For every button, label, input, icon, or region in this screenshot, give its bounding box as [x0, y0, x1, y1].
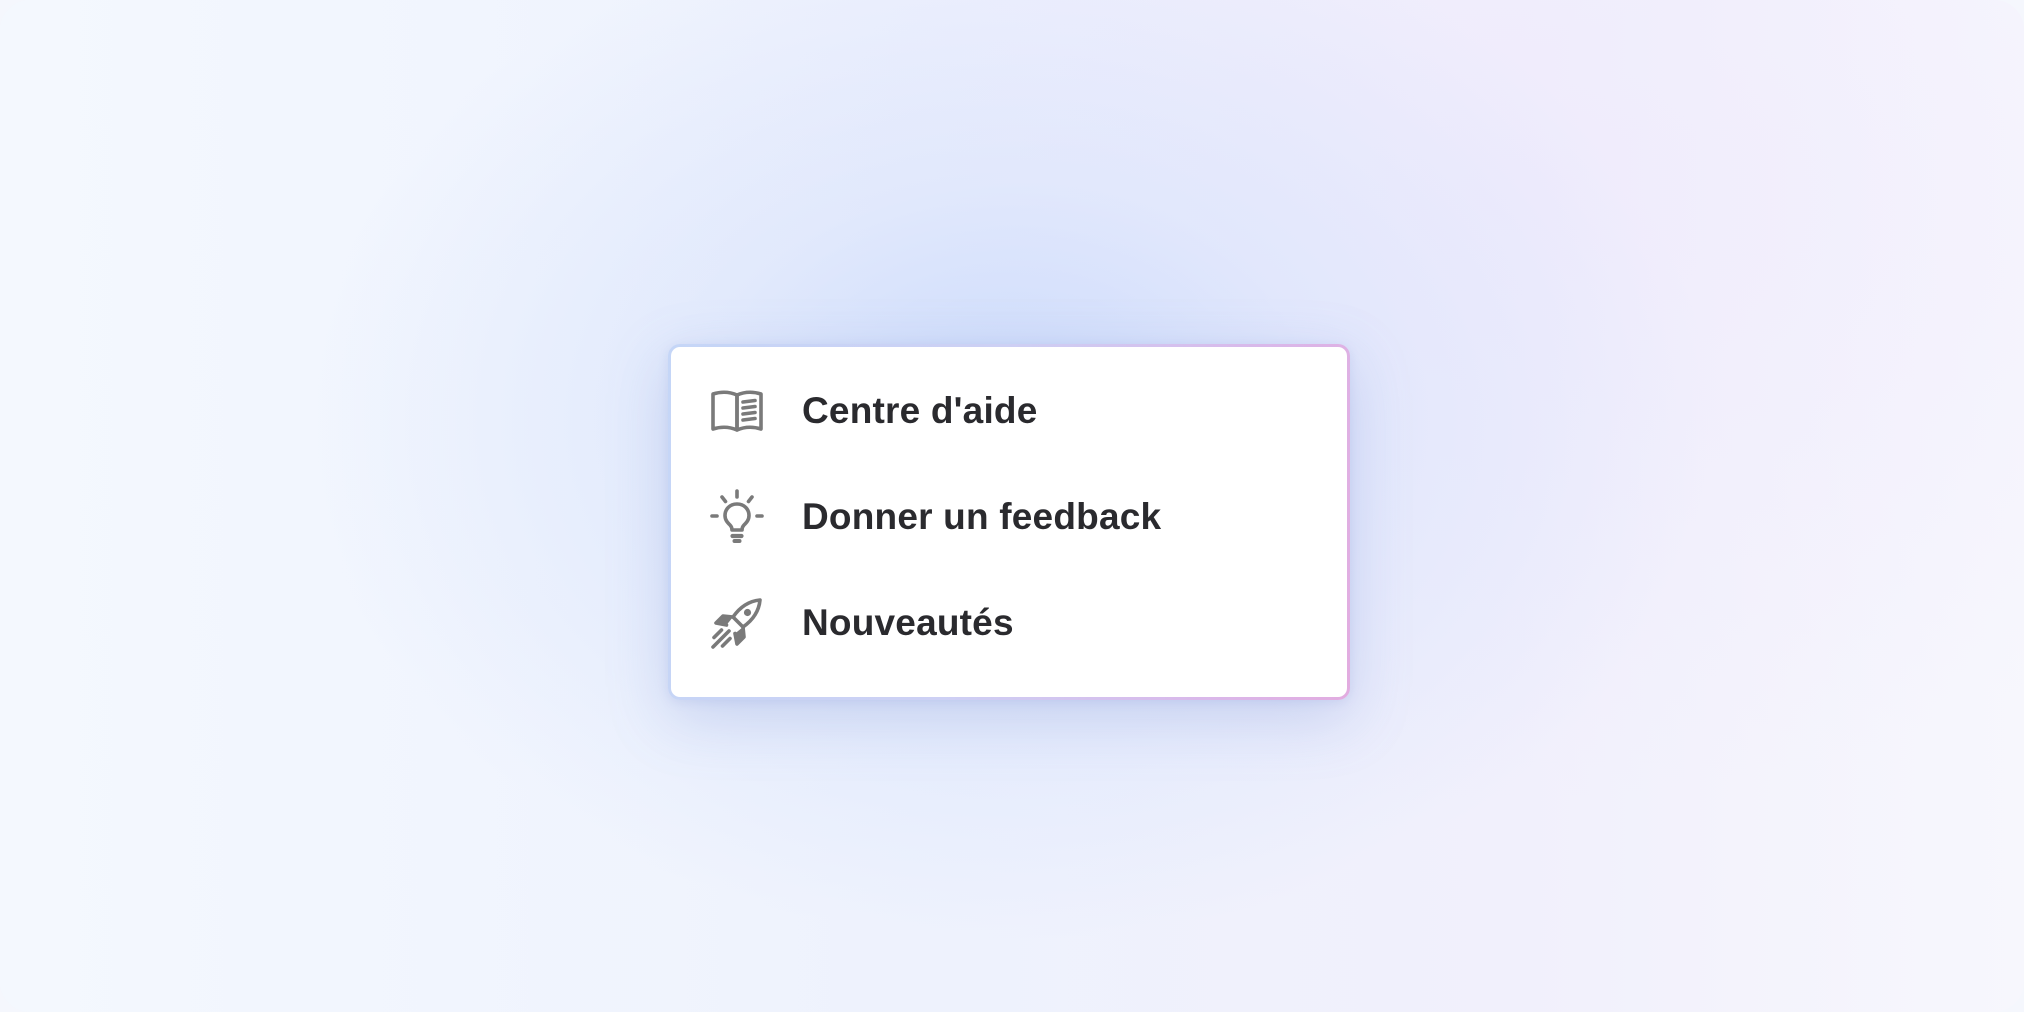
menu-item-label: Centre d'aide — [802, 390, 1038, 431]
menu-item-label: Donner un feedback — [802, 496, 1162, 537]
lightbulb-icon — [709, 489, 765, 545]
menu-item-help-center[interactable]: Centre d'aide — [671, 358, 1347, 464]
book-icon — [709, 383, 765, 439]
help-menu: Centre d'aide Donner un feedback Nouveau… — [671, 347, 1347, 697]
menu-item-feedback[interactable]: Donner un feedback — [671, 464, 1347, 570]
help-menu-popover: Centre d'aide Donner un feedback Nouveau… — [668, 344, 1350, 700]
menu-item-whats-new[interactable]: Nouveautés — [671, 570, 1347, 676]
menu-item-label: Nouveautés — [802, 602, 1014, 643]
rocket-icon — [709, 595, 765, 651]
